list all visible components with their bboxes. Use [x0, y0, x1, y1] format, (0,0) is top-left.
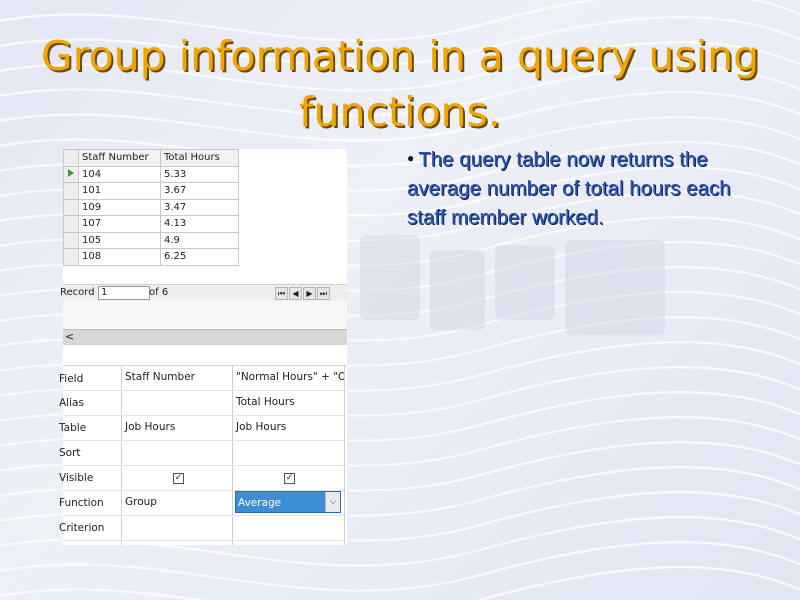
- table-row[interactable]: 107 4.13: [63, 215, 239, 233]
- row-selector[interactable]: [63, 248, 79, 266]
- row-label-function: Function: [59, 497, 104, 509]
- design-row-alias: Alias Total Hours: [59, 390, 347, 416]
- row-pointer-icon: [68, 168, 74, 177]
- table-row[interactable]: 108 6.25: [63, 248, 239, 266]
- row-selector-header[interactable]: [63, 149, 79, 167]
- horizontal-scrollbar[interactable]: <: [63, 329, 347, 345]
- checkbox-icon[interactable]: ✓: [173, 473, 184, 484]
- cell-total-hours[interactable]: 4.9: [160, 231, 239, 249]
- visible-cell-1: ✓: [123, 465, 231, 489]
- table-row[interactable]: 109 3.47: [63, 198, 239, 216]
- record-label: Record: [60, 287, 95, 298]
- column-header-staff-number[interactable]: Staff Number: [78, 149, 161, 167]
- row-label-alias: Alias: [59, 397, 84, 409]
- criterion-cell-1[interactable]: [123, 515, 231, 539]
- row-selector[interactable]: [63, 165, 79, 183]
- cell-staff-number[interactable]: 105: [78, 231, 161, 249]
- watermark-logo: [360, 235, 665, 335]
- slide-title-line-2: functions.: [299, 88, 501, 136]
- column-header-total-hours[interactable]: Total Hours: [160, 149, 239, 167]
- row-label-criterion: Criterion: [59, 522, 105, 534]
- function-select-value: Average: [238, 497, 282, 509]
- design-row-visible: Visible ✓ ✓: [59, 465, 347, 491]
- cell-total-hours[interactable]: 3.67: [160, 182, 239, 200]
- chevron-down-icon[interactable]: ⌵: [325, 492, 340, 512]
- table-row[interactable]: 104 5.33: [63, 165, 239, 183]
- checkbox-icon[interactable]: ✓: [284, 473, 295, 484]
- row-selector[interactable]: [63, 231, 79, 249]
- bullet-text: The query table now returns the average …: [407, 148, 731, 229]
- record-count: of 6: [149, 287, 169, 298]
- sort-cell-1[interactable]: [123, 440, 231, 464]
- field-cell-2[interactable]: "Normal Hours" + "Ov: [234, 365, 344, 389]
- sort-cell-2[interactable]: [234, 440, 344, 464]
- design-row-table: Table Job Hours Job Hours: [59, 415, 347, 441]
- row-label-field: Field: [59, 373, 84, 385]
- function-cell-1[interactable]: Group: [123, 490, 231, 514]
- visible-cell-2: ✓: [234, 465, 344, 489]
- criterion-cell-2[interactable]: [234, 515, 344, 539]
- table-row[interactable]: 101 3.67: [63, 182, 239, 200]
- slide-title: Group information in a query using funct…: [0, 28, 800, 140]
- row-selector[interactable]: [63, 198, 79, 216]
- cell-staff-number[interactable]: 108: [78, 248, 161, 266]
- record-number-input[interactable]: 1: [98, 286, 150, 300]
- cell-staff-number[interactable]: 107: [78, 215, 161, 233]
- last-record-icon[interactable]: ⏭: [317, 287, 330, 300]
- table-row[interactable]: 105 4.9: [63, 231, 239, 249]
- design-row-criterion: Criterion: [59, 515, 347, 541]
- design-grid-header: [63, 345, 347, 366]
- row-selector[interactable]: [63, 215, 79, 233]
- cell-total-hours[interactable]: 6.25: [160, 248, 239, 266]
- slide-title-line-1: Group information in a query using: [40, 32, 760, 80]
- design-row-sort: Sort: [59, 440, 347, 466]
- bullet-point: ● The query table now returns the average…: [407, 144, 757, 232]
- row-label-table: Table: [59, 422, 87, 434]
- previous-record-icon[interactable]: ◀: [289, 287, 302, 300]
- function-select[interactable]: Average ⌵: [235, 491, 341, 513]
- result-grid: Staff Number Total Hours 104 5.33 101 3.…: [63, 149, 347, 284]
- table-cell-1[interactable]: Job Hours: [123, 415, 231, 439]
- field-cell-1[interactable]: Staff Number: [123, 365, 231, 389]
- table-cell-2[interactable]: Job Hours: [234, 415, 344, 439]
- design-row-function: Function Group Average ⌵: [59, 490, 347, 516]
- record-nav-buttons: ⏮ ◀ ▶ ⏭: [275, 287, 330, 300]
- first-record-icon[interactable]: ⏮: [275, 287, 288, 300]
- next-record-icon[interactable]: ▶: [303, 287, 316, 300]
- row-selector[interactable]: [63, 182, 79, 200]
- result-grid-header: Staff Number Total Hours: [63, 149, 239, 167]
- query-design-grid: Field Staff Number "Normal Hours" + "Ov …: [59, 345, 347, 545]
- bullet-dot-icon: ●: [407, 151, 415, 165]
- design-row-field: Field Staff Number "Normal Hours" + "Ov: [59, 365, 347, 391]
- alias-cell-1[interactable]: [123, 390, 231, 414]
- table-pane-area: [63, 301, 347, 329]
- alias-cell-2[interactable]: Total Hours: [234, 390, 344, 414]
- row-label-sort: Sort: [59, 447, 81, 459]
- cell-staff-number[interactable]: 109: [78, 198, 161, 216]
- cell-total-hours[interactable]: 4.13: [160, 215, 239, 233]
- cell-staff-number[interactable]: 104: [78, 165, 161, 183]
- scroll-left-icon[interactable]: <: [63, 330, 74, 343]
- cell-staff-number[interactable]: 101: [78, 182, 161, 200]
- row-label-visible: Visible: [59, 472, 94, 484]
- cell-total-hours[interactable]: 3.47: [160, 198, 239, 216]
- record-navigation-bar: Record 1 of 6 ⏮ ◀ ▶ ⏭: [60, 284, 347, 302]
- cell-total-hours[interactable]: 5.33: [160, 165, 239, 183]
